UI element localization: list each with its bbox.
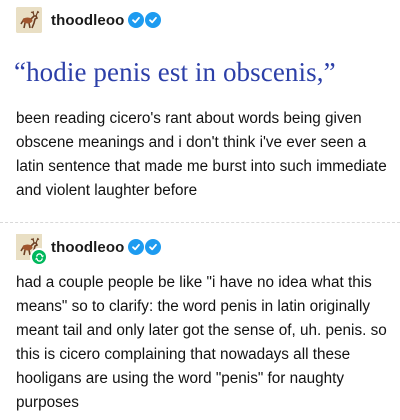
reblog-icon	[30, 248, 48, 266]
post-body-text: had a couple people be like "i have no i…	[16, 274, 387, 411]
post-body-text: been reading cicero's rant about words b…	[16, 110, 387, 199]
verified-checkmark-icon	[145, 12, 162, 28]
verified-checkmark-icon	[128, 12, 145, 28]
post-header: thoodleoo	[16, 3, 162, 37]
post-quote: “hodie penis est in obscenis,”	[14, 57, 336, 87]
avatar[interactable]	[16, 7, 42, 33]
avatar[interactable]	[16, 234, 48, 266]
post-divider	[0, 222, 400, 223]
username[interactable]: thoodleoo	[51, 12, 124, 29]
verified-checkmark-icon	[128, 239, 145, 255]
verified-checkmark-icon	[145, 239, 162, 255]
post-header: thoodleoo	[16, 230, 162, 266]
verified-badges	[128, 239, 162, 255]
username[interactable]: thoodleoo	[51, 239, 124, 256]
verified-badges	[128, 12, 162, 28]
